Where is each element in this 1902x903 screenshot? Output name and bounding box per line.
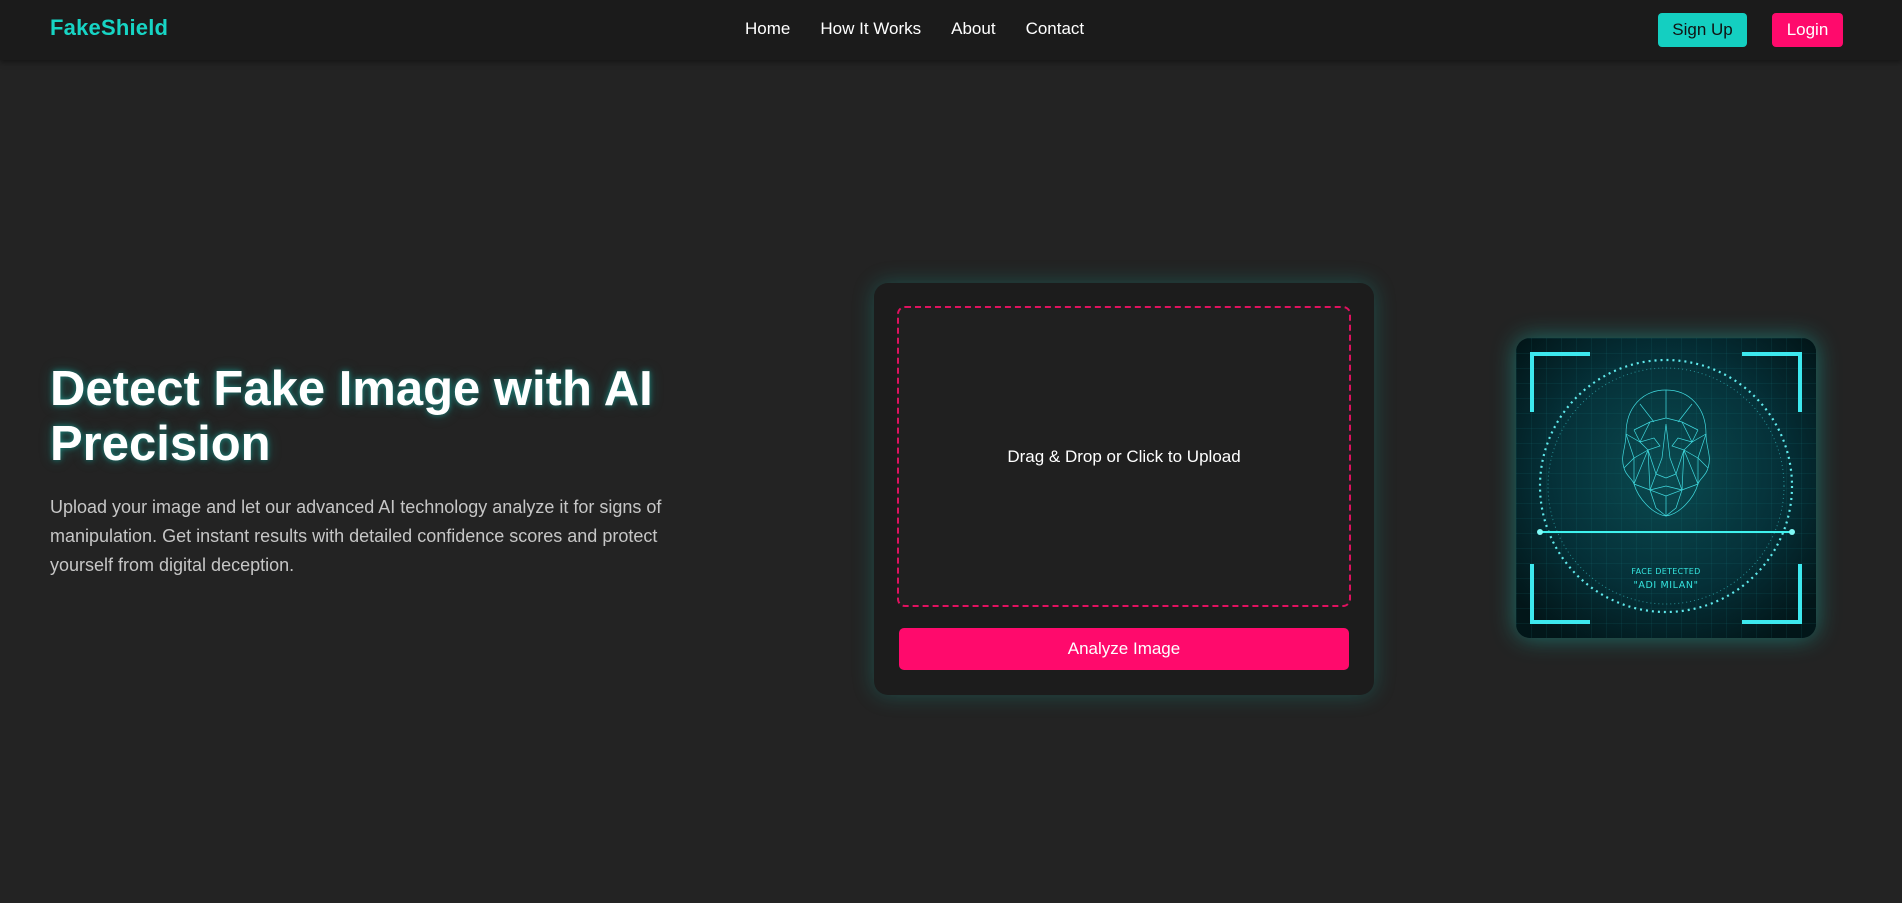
nav-link-about[interactable]: About — [951, 19, 995, 39]
navbar: FakeShield Home How It Works About Conta… — [0, 0, 1902, 60]
login-button[interactable]: Login — [1772, 13, 1843, 47]
face-name-caption: "ADI MILAN" — [1633, 580, 1699, 591]
nav-link-home[interactable]: Home — [745, 19, 790, 39]
nav-link-how-it-works[interactable]: How It Works — [820, 19, 921, 39]
upload-dropzone[interactable]: Drag & Drop or Click to Upload — [897, 306, 1351, 607]
nav-links: Home How It Works About Contact — [745, 19, 1084, 39]
brand-logo[interactable]: FakeShield — [50, 15, 168, 41]
analyze-image-button[interactable]: Analyze Image — [899, 628, 1349, 670]
face-scan-graphic — [1516, 338, 1816, 638]
hero-title: Detect Fake Image with AI Precision — [50, 362, 653, 471]
sign-up-button[interactable]: Sign Up — [1658, 13, 1747, 47]
face-scan-illustration: FACE DETECTED "ADI MILAN" — [1516, 338, 1816, 638]
nav-link-contact[interactable]: Contact — [1026, 19, 1085, 39]
upload-card: Drag & Drop or Click to Upload Analyze I… — [874, 283, 1374, 695]
face-detected-caption: FACE DETECTED — [1631, 567, 1701, 576]
hero-description: Upload your image and let our advanced A… — [50, 497, 662, 575]
dropzone-label: Drag & Drop or Click to Upload — [1007, 446, 1241, 466]
